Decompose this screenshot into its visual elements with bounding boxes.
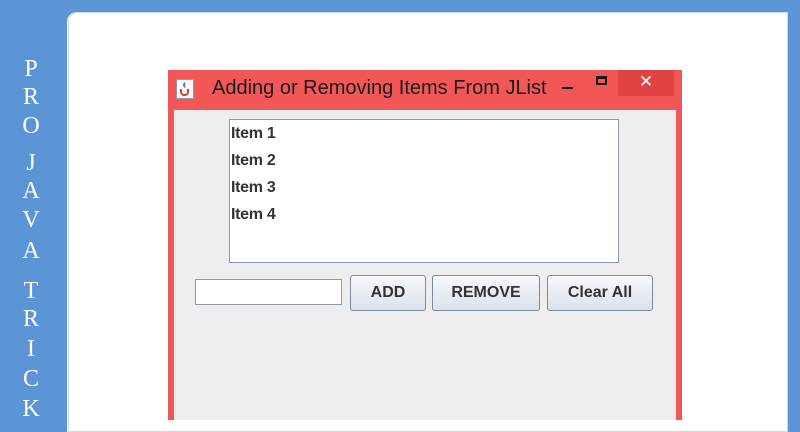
item-list[interactable]: Item 1 Item 2 Item 3 Item 4 xyxy=(229,119,619,263)
list-item[interactable]: Item 2 xyxy=(231,152,276,170)
content-pane: Item 1 Item 2 Item 3 Item 4 ADD REMOVE C… xyxy=(174,110,676,420)
brand-letter: R xyxy=(22,84,39,110)
list-item[interactable]: Item 4 xyxy=(231,206,276,224)
minimize-button[interactable] xyxy=(554,70,582,100)
page-edge xyxy=(788,12,800,420)
clear-all-button[interactable]: Clear All xyxy=(547,275,653,311)
brand-letter: V xyxy=(22,207,40,233)
window-title: Adding or Removing Items From JList xyxy=(212,77,547,99)
brand-letter: J xyxy=(26,150,36,176)
maximize-button[interactable] xyxy=(588,70,616,100)
brand-strip: P R O J A V A T R I C K xyxy=(0,0,62,422)
remove-button-label: REMOVE xyxy=(451,284,521,301)
java-cup-icon[interactable] xyxy=(176,79,194,99)
remove-button[interactable]: REMOVE xyxy=(432,275,540,311)
close-icon: ✕ xyxy=(638,72,654,91)
minimize-icon xyxy=(562,87,573,89)
brand-letter: C xyxy=(22,366,39,392)
brand-letter: K xyxy=(22,396,40,422)
close-button[interactable]: ✕ xyxy=(618,70,674,96)
add-button[interactable]: ADD xyxy=(350,275,426,311)
title-bar[interactable]: Adding or Removing Items From JList ✕ xyxy=(168,70,682,108)
brand-letter: A xyxy=(22,238,40,264)
brand-letter: A xyxy=(22,178,40,204)
maximize-icon xyxy=(596,76,607,85)
brand-letter: O xyxy=(22,113,40,139)
item-text-input[interactable] xyxy=(195,279,342,305)
brand-letter: I xyxy=(27,336,35,362)
add-button-label: ADD xyxy=(370,284,406,301)
list-item[interactable]: Item 1 xyxy=(231,125,276,143)
brand-letter: R xyxy=(22,306,39,332)
jframe-window: Adding or Removing Items From JList ✕ It… xyxy=(168,70,682,420)
brand-letter: P xyxy=(24,56,38,82)
brand-letter: T xyxy=(23,278,39,304)
list-item[interactable]: Item 3 xyxy=(231,179,276,197)
clear-all-button-label: Clear All xyxy=(567,284,633,301)
